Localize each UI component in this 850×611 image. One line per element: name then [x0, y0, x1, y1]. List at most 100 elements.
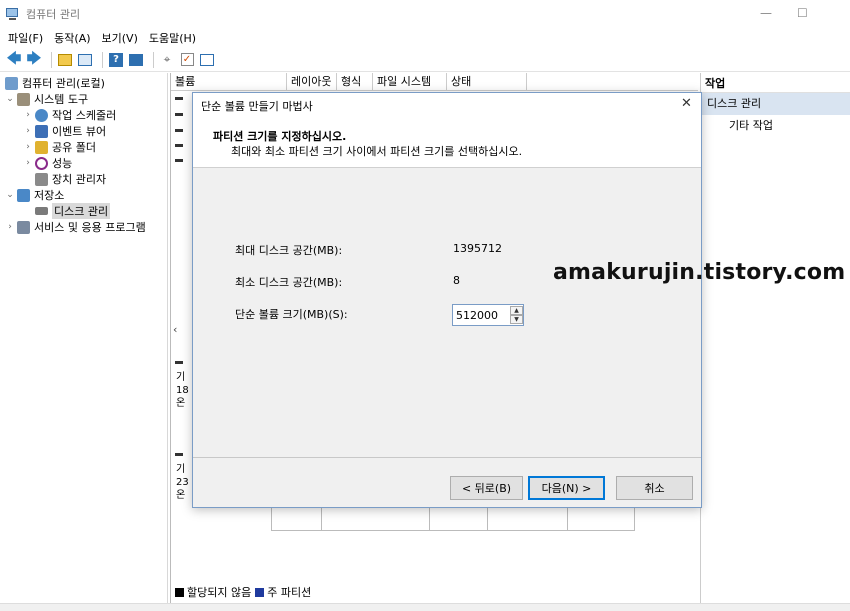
forward-arrow-icon[interactable]: 🡆	[26, 51, 42, 68]
dialog-subheading: 최대와 최소 파티션 크기 사이에서 파티션 크기를 선택하십시오.	[231, 145, 523, 158]
partition-block[interactable]	[488, 506, 568, 530]
partition-block[interactable]	[272, 506, 322, 530]
volume-row-icon[interactable]	[175, 113, 183, 116]
chevron-down-icon[interactable]: ⌄	[5, 190, 15, 200]
partition-block[interactable]	[322, 506, 430, 530]
column-file-system[interactable]: 파일 시스템	[373, 73, 447, 90]
computer-icon	[5, 76, 18, 90]
close-icon[interactable]: ✕	[681, 96, 692, 111]
window-title: 컴퓨터 관리	[26, 8, 81, 21]
performance-icon	[35, 156, 48, 170]
action-disk-management[interactable]: 디스크 관리	[701, 93, 850, 115]
tree-item-services[interactable]: › 서비스 및 응용 프로그램	[5, 219, 146, 235]
scroll-left-icon[interactable]: ‹	[173, 323, 187, 337]
menu-view[interactable]: 보기(V)	[102, 30, 138, 46]
tree-label: 공유 폴더	[52, 141, 96, 154]
tree-label: 서비스 및 응용 프로그램	[34, 221, 146, 234]
connect-icon[interactable]: ⌖	[159, 52, 175, 68]
min-space-label: 최소 디스크 공간(MB):	[235, 276, 343, 289]
chevron-right-icon[interactable]: ›	[23, 142, 33, 152]
up-folder-icon[interactable]	[57, 52, 73, 68]
tree-label: 장치 관리자	[52, 173, 107, 186]
min-space-value: 8	[453, 274, 460, 287]
spin-up-icon[interactable]: ▲	[510, 306, 523, 315]
tree-label: 작업 스케줄러	[52, 109, 117, 122]
tools-icon	[17, 92, 30, 106]
column-layout[interactable]: 레이아웃	[287, 73, 337, 90]
watermark: amakurujin.tistory.com	[553, 260, 846, 285]
dialog-title: 단순 볼륨 만들기 마법사	[201, 100, 313, 113]
menu-file[interactable]: 파일(F)	[8, 30, 43, 46]
back-arrow-icon[interactable]: 🡄	[6, 51, 22, 68]
actions-pane: 작업 디스크 관리 기타 작업	[700, 73, 850, 603]
menu-action[interactable]: 동작(A)	[54, 30, 90, 46]
primary-swatch	[255, 587, 265, 597]
tree-item-event-viewer[interactable]: › 이벤트 뷰어	[23, 123, 106, 139]
maximize-button[interactable]: ☐	[797, 6, 808, 20]
title-bar: 컴퓨터 관리 — ☐	[0, 0, 850, 28]
chevron-right-icon[interactable]: ›	[5, 222, 15, 232]
properties-icon[interactable]	[128, 52, 144, 68]
show-tree-icon[interactable]	[77, 52, 93, 68]
new-simple-volume-wizard: 단순 볼륨 만들기 마법사 ✕ 파티션 크기를 지정하십시오. 최대와 최소 파…	[192, 92, 702, 508]
partition-block[interactable]	[568, 506, 634, 530]
volume-row-icon[interactable]	[175, 159, 183, 162]
tree-item-task-scheduler[interactable]: › 작업 스케줄러	[23, 107, 116, 123]
status-bar	[0, 603, 850, 611]
back-button[interactable]: < 뒤로(B)	[450, 476, 523, 500]
toolbar: 🡄 🡆 ? ⌖ ✓	[0, 48, 850, 72]
spin-buttons: ▲ ▼	[510, 306, 523, 324]
cancel-button[interactable]: 취소	[616, 476, 693, 500]
max-space-label: 최대 디스크 공간(MB):	[235, 244, 343, 257]
partition-block[interactable]	[430, 506, 488, 530]
list-view-icon[interactable]	[199, 52, 215, 68]
tree-item-storage[interactable]: ⌄ 저장소	[5, 187, 64, 203]
toolbar-separator	[51, 51, 52, 68]
help-icon[interactable]: ?	[108, 52, 124, 68]
disk-row-icon	[175, 361, 183, 364]
navigation-tree: 컴퓨터 관리(로컬) ⌄ 시스템 도구 › 작업 스케줄러 › 이벤트 뷰어 ›…	[0, 73, 168, 603]
menu-help[interactable]: 도움말(H)	[149, 30, 196, 46]
disk-row-icon	[175, 453, 183, 456]
tree-item-disk-management[interactable]: 디스크 관리	[35, 203, 111, 219]
partition-graph	[271, 505, 635, 531]
tree-item-root[interactable]: 컴퓨터 관리(로컬)	[5, 75, 105, 91]
column-volume[interactable]: 볼륨	[171, 73, 287, 90]
chevron-right-icon[interactable]: ›	[23, 158, 33, 168]
disk-icon	[35, 207, 48, 215]
services-icon	[17, 220, 30, 234]
toolbar-separator	[102, 51, 103, 68]
minimize-button[interactable]: —	[760, 6, 772, 20]
chevron-down-icon[interactable]: ⌄	[5, 94, 15, 104]
tree-item-system-tools[interactable]: ⌄ 시스템 도구	[5, 91, 88, 107]
shared-folder-icon	[35, 140, 48, 154]
event-viewer-icon	[35, 124, 48, 138]
tree-item-device-manager[interactable]: 장치 관리자	[35, 171, 106, 187]
tree-item-shared-folders[interactable]: › 공유 폴더	[23, 139, 96, 155]
device-manager-icon	[35, 172, 48, 186]
tree-label: 성능	[52, 157, 73, 170]
tree-label: 시스템 도구	[34, 93, 89, 106]
column-status[interactable]: 상태	[447, 73, 527, 90]
volume-row-icon[interactable]	[175, 144, 183, 147]
column-type[interactable]: 형식	[337, 73, 373, 90]
volume-size-stepper[interactable]: ▲ ▼	[452, 304, 524, 326]
check-icon[interactable]: ✓	[179, 52, 195, 68]
next-button[interactable]: 다음(N) >	[528, 476, 605, 500]
dialog-separator	[193, 457, 701, 458]
tree-item-performance[interactable]: › 성능	[23, 155, 72, 171]
unallocated-swatch	[175, 587, 184, 597]
clock-icon	[35, 108, 48, 122]
max-space-value: 1395712	[453, 242, 502, 255]
volume-row-icon[interactable]	[175, 129, 183, 132]
tree-label: 저장소	[34, 189, 65, 202]
spin-down-icon[interactable]: ▼	[510, 315, 523, 324]
action-other[interactable]: 기타 작업	[701, 115, 850, 137]
tree-label: 디스크 관리	[52, 203, 111, 219]
volume-row-icon[interactable]	[175, 97, 183, 100]
chevron-right-icon[interactable]: ›	[23, 126, 33, 136]
volume-size-input[interactable]	[453, 305, 509, 325]
menu-bar: 파일(F) 동작(A) 보기(V) 도움말(H)	[0, 28, 850, 48]
chevron-right-icon[interactable]: ›	[23, 110, 33, 120]
tree-label: 컴퓨터 관리(로컬)	[22, 77, 105, 90]
